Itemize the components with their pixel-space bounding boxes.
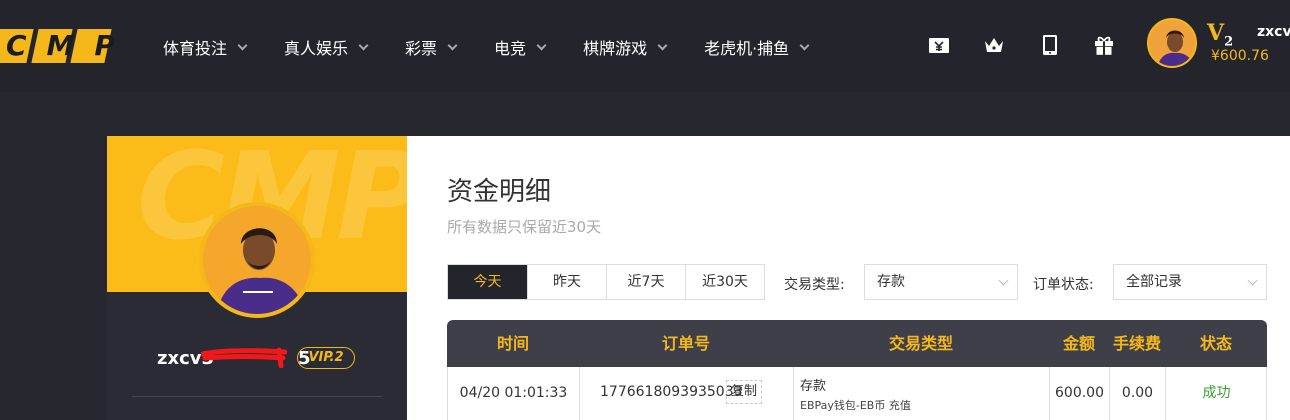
transaction-type-select[interactable]: 存款 xyxy=(864,264,1018,300)
transaction-detail: EBPay钱包-EB币 充值 xyxy=(800,399,911,412)
chevron-down-icon xyxy=(237,40,248,50)
transaction-type-value: 存款 xyxy=(877,274,905,290)
table-header: 时间 订单号 交易类型 金额 手续费 状态 xyxy=(447,320,1267,367)
header-transaction-type: 交易类型 xyxy=(888,334,953,353)
balance-display: ¥600.76 xyxy=(1211,48,1269,64)
cmp-logo[interactable]: CMP xyxy=(0,29,115,63)
nav-item-sports[interactable]: 体育投注 xyxy=(163,36,248,58)
order-number: 1776618093935033 xyxy=(600,384,743,400)
date-range-tabs: 今天 昨天 近7天 近30天 xyxy=(447,264,765,300)
nav-item-esports[interactable]: 电竞 xyxy=(494,36,547,58)
order-status-value: 全部记录 xyxy=(1126,274,1182,290)
redaction-scribble xyxy=(201,347,287,368)
wallet-icon[interactable] xyxy=(928,34,950,56)
logo-text: CMP xyxy=(6,29,135,62)
nav-label: 电竞 xyxy=(494,39,527,58)
order-status-select[interactable]: 全部记录 xyxy=(1113,264,1267,300)
header-status: 状态 xyxy=(1199,334,1232,353)
chevron-down-icon xyxy=(536,40,547,50)
cell-time: 04/20 01:01:33 xyxy=(448,367,580,420)
nav-label: 老虎机·捕鱼 xyxy=(704,39,790,58)
nav-item-live-casino[interactable]: 真人娱乐 xyxy=(284,36,369,58)
username-top[interactable]: zxcv xyxy=(1257,24,1290,40)
nav-label: 彩票 xyxy=(405,39,438,58)
profile-card: CMP zxcv3 5 VIP.2 xyxy=(107,136,407,420)
vip-badge: VIP.2 xyxy=(297,347,355,369)
page-subtitle: 所有数据只保留近30天 xyxy=(447,218,602,236)
crown-icon[interactable] xyxy=(983,34,1005,56)
nav-item-slots-fishing[interactable]: 老虎机·捕鱼 xyxy=(704,36,810,58)
chevron-down-icon xyxy=(358,40,369,50)
cell-amount: 600.00 xyxy=(1050,367,1110,420)
transaction-type-label: 交易类型: xyxy=(784,277,845,293)
tab-today[interactable]: 今天 xyxy=(448,265,527,299)
player-photo xyxy=(203,206,311,314)
nav-label: 体育投注 xyxy=(163,39,228,58)
nav-label: 棋牌游戏 xyxy=(583,39,648,58)
page-title: 资金明细 xyxy=(447,177,552,207)
chevron-down-icon xyxy=(447,40,458,50)
gift-icon[interactable] xyxy=(1093,34,1115,56)
vip-level-indicator: V2 xyxy=(1207,20,1233,49)
profile-avatar[interactable] xyxy=(199,202,315,318)
copy-button[interactable]: 复制 xyxy=(726,380,763,404)
mobile-icon[interactable] xyxy=(1039,34,1061,56)
header-order-no: 订单号 xyxy=(661,334,710,353)
top-navbar: CMP 体育投注 真人娱乐 彩票 电竞 棋牌游戏 老虎机·捕鱼 V2 zxcv … xyxy=(0,0,1290,92)
fund-details-panel: 资金明细 所有数据只保留近30天 今天 昨天 近7天 近30天 交易类型: 存款… xyxy=(407,136,1290,420)
header-time: 时间 xyxy=(496,334,529,353)
cell-status: 成功 xyxy=(1202,385,1231,401)
tab-yesterday[interactable]: 昨天 xyxy=(527,265,606,299)
chevron-down-icon xyxy=(657,40,668,50)
chevron-down-icon xyxy=(1247,275,1258,286)
player-photo xyxy=(1149,20,1195,66)
order-status-label: 订单状态: xyxy=(1033,277,1094,293)
chevron-down-icon xyxy=(799,40,810,50)
vip-letter: V xyxy=(1207,20,1225,46)
divider xyxy=(132,396,382,397)
chevron-down-icon xyxy=(998,275,1009,286)
nav-item-card-games[interactable]: 棋牌游戏 xyxy=(583,36,668,58)
transaction-type: 存款 xyxy=(800,379,827,394)
nav-label: 真人娱乐 xyxy=(284,39,349,58)
cell-order-no: 1776618093935033 复制 xyxy=(580,367,794,420)
cell-fee: 0.00 xyxy=(1110,367,1166,420)
cell-transaction-type: 存款 EBPay钱包-EB币 充值 xyxy=(794,367,1050,420)
header-fee: 手续费 xyxy=(1112,334,1161,353)
tab-30-days[interactable]: 近30天 xyxy=(685,265,764,299)
nav-item-lottery[interactable]: 彩票 xyxy=(405,36,458,58)
tab-7-days[interactable]: 近7天 xyxy=(606,265,685,299)
header-amount: 金额 xyxy=(1062,334,1095,353)
transactions-table: 时间 订单号 交易类型 金额 手续费 状态 04/20 01:01:33 177… xyxy=(447,320,1267,420)
table-row[interactable]: 04/20 01:01:33 1776618093935033 复制 存款 EB… xyxy=(447,367,1267,420)
main-nav: 体育投注 真人娱乐 彩票 电竞 棋牌游戏 老虎机·捕鱼 xyxy=(163,36,846,58)
user-avatar[interactable] xyxy=(1147,18,1197,68)
